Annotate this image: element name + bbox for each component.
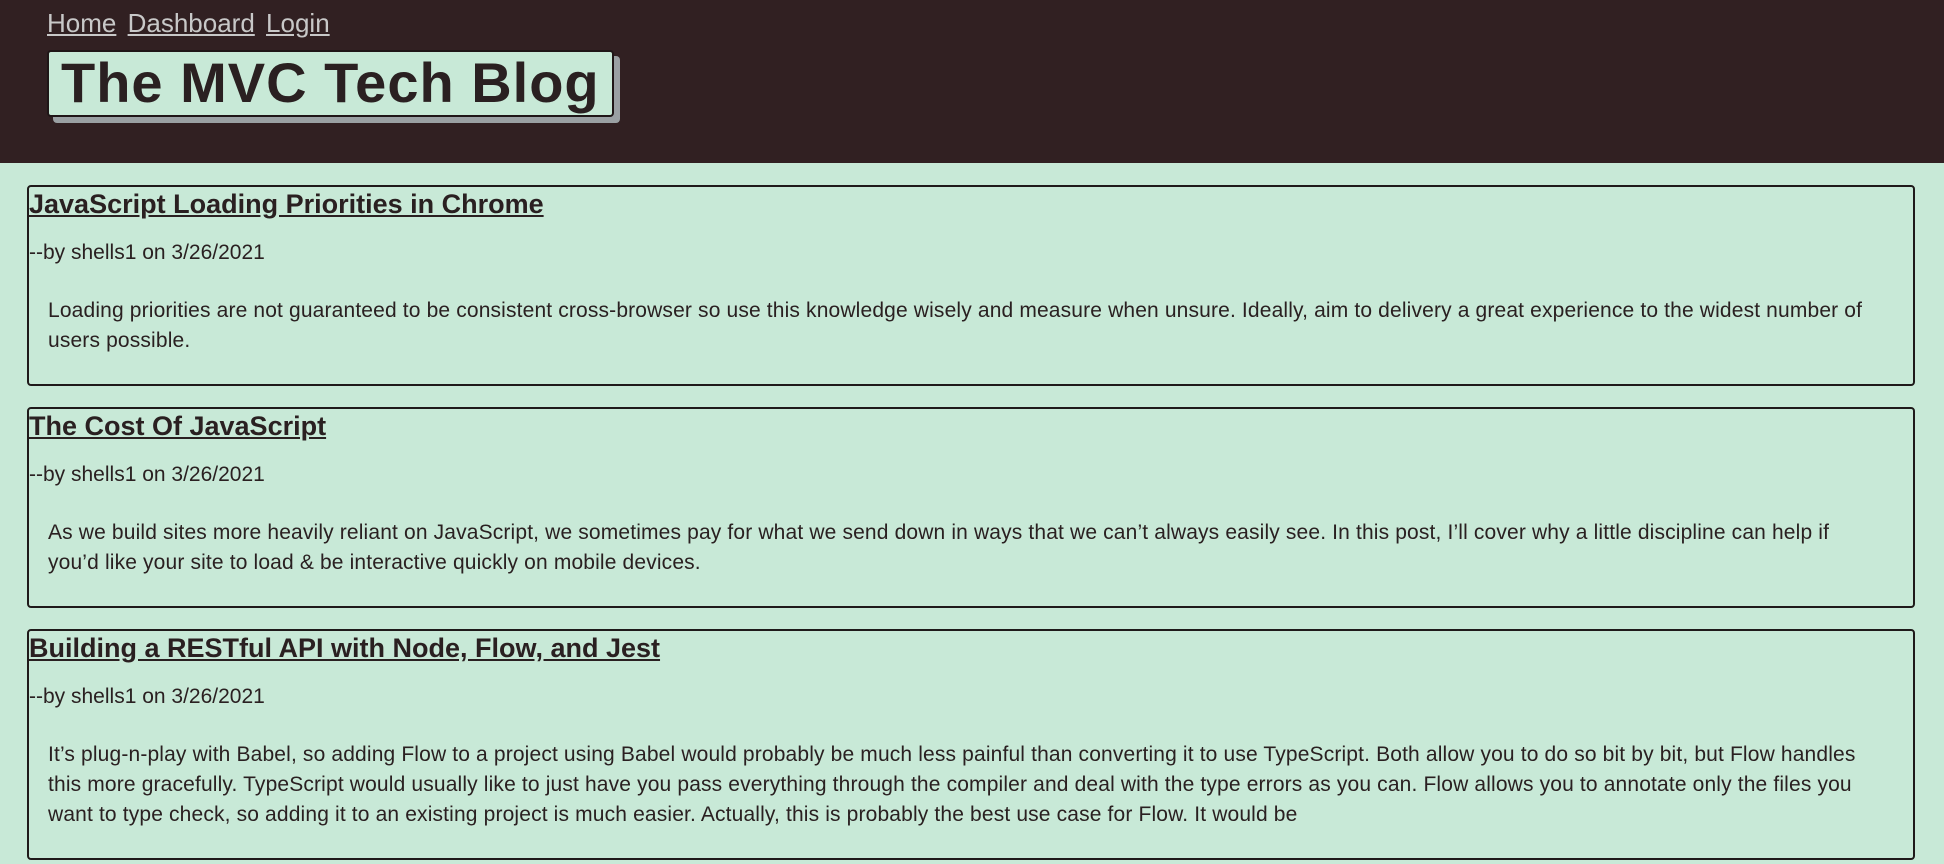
post-card: JavaScript Loading Priorities in Chrome … (27, 185, 1915, 386)
post-meta: --by shells1 on 3/26/2021 (29, 463, 265, 486)
top-nav: Home Dashboard Login (47, 6, 1944, 40)
nav-link-login[interactable]: Login (266, 8, 330, 38)
post-title-link[interactable]: Building a RESTful API with Node, Flow, … (29, 631, 1913, 664)
post-meta: --by shells1 on 3/26/2021 (29, 241, 265, 264)
post-body: It’s plug-n-play with Babel, so adding F… (48, 743, 1856, 826)
post-meta: --by shells1 on 3/26/2021 (29, 685, 265, 708)
post-card: Building a RESTful API with Node, Flow, … (27, 629, 1915, 860)
nav-link-home[interactable]: Home (47, 8, 116, 38)
nav-link-dashboard[interactable]: Dashboard (128, 8, 255, 38)
post-list: JavaScript Loading Priorities in Chrome … (0, 163, 1944, 860)
site-header: Home Dashboard Login The MVC Tech Blog (0, 0, 1944, 163)
post-body: Loading priorities are not guaranteed to… (48, 299, 1863, 352)
post-title-link[interactable]: JavaScript Loading Priorities in Chrome (29, 187, 1913, 220)
post-card: The Cost Of JavaScript --by shells1 on 3… (27, 407, 1915, 608)
post-title-link[interactable]: The Cost Of JavaScript (29, 409, 1913, 442)
post-body: As we build sites more heavily reliant o… (48, 521, 1830, 574)
site-title: The MVC Tech Blog (47, 50, 614, 117)
